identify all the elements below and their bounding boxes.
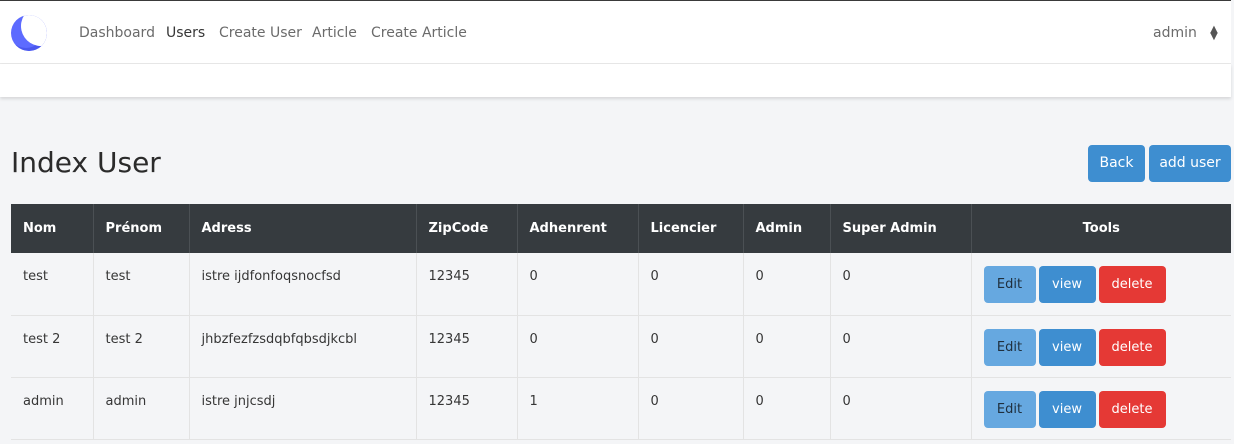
back-button[interactable]: Back xyxy=(1088,145,1145,182)
cell-prenom: test xyxy=(93,253,190,316)
user-menu[interactable]: admin xyxy=(1153,25,1197,41)
table-row: test 2 test 2 jhbzfezfzsdqbfqbsdjkcbl 12… xyxy=(11,315,1231,378)
column-header-licencier: Licencier xyxy=(638,204,744,253)
cell-adherent: 0 xyxy=(517,253,639,316)
column-header-tools: Tools xyxy=(971,204,1231,253)
cell-adress: istre ijdfonfoqsnocfsd xyxy=(189,253,417,316)
cell-super-admin: 0 xyxy=(830,253,972,316)
logo-icon[interactable] xyxy=(11,15,47,51)
cell-tools: Edit view delete xyxy=(971,253,1231,316)
view-button[interactable]: view xyxy=(1038,328,1096,366)
cell-super-admin: 0 xyxy=(830,315,972,378)
cell-prenom: admin xyxy=(93,377,190,440)
top-navbar: Dashboard Users Create User Article Crea… xyxy=(0,0,1231,64)
users-table: Nom Prénom Adress ZipCode Adhenrent Lice… xyxy=(11,204,1231,440)
delete-button[interactable]: delete xyxy=(1098,266,1166,303)
cell-licencier: 0 xyxy=(638,253,744,316)
cell-tools: Edit view delete xyxy=(971,377,1231,440)
cell-tools: Edit view delete xyxy=(971,315,1231,378)
cell-super-admin: 0 xyxy=(830,377,972,440)
column-header-nom: Nom xyxy=(11,204,94,253)
edit-button[interactable]: Edit xyxy=(983,390,1036,428)
delete-button[interactable]: delete xyxy=(1098,328,1166,366)
nav-create-article[interactable]: Create Article xyxy=(371,25,467,41)
cell-admin: 0 xyxy=(743,377,831,440)
page-title: Index User xyxy=(11,146,161,179)
cell-nom: test 2 xyxy=(11,315,94,378)
column-header-admin: Admin xyxy=(743,204,831,253)
table-row: admin admin istre jnjcsdj 12345 1 0 0 0 … xyxy=(11,377,1231,440)
cell-admin: 0 xyxy=(743,253,831,316)
cell-zipcode: 12345 xyxy=(416,253,518,316)
table-header-row: Nom Prénom Adress ZipCode Adhenrent Lice… xyxy=(11,204,1231,253)
edit-button[interactable]: Edit xyxy=(983,266,1036,303)
nav-users[interactable]: Users xyxy=(166,25,205,41)
cell-licencier: 0 xyxy=(638,315,744,378)
nav-article[interactable]: Article xyxy=(312,25,357,41)
view-button[interactable]: view xyxy=(1038,390,1096,428)
cell-adherent: 0 xyxy=(517,315,639,378)
column-header-zipcode: ZipCode xyxy=(416,204,518,253)
nav-create-user[interactable]: Create User xyxy=(219,25,302,41)
sub-header-bar xyxy=(0,64,1231,97)
column-header-super-admin: Super Admin xyxy=(830,204,972,253)
cell-zipcode: 12345 xyxy=(416,377,518,440)
edit-button[interactable]: Edit xyxy=(983,328,1036,366)
table-row: test test istre ijdfonfoqsnocfsd 12345 0… xyxy=(11,253,1231,316)
add-user-button[interactable]: add user xyxy=(1149,145,1231,182)
column-header-adherent: Adhenrent xyxy=(517,204,639,253)
cell-adress: jhbzfezfzsdqbfqbsdjkcbl xyxy=(189,315,417,378)
view-button[interactable]: view xyxy=(1038,266,1096,303)
chevron-up-down-icon[interactable]: ▲ ▼ xyxy=(1209,25,1219,42)
cell-nom: test xyxy=(11,253,94,316)
column-header-adress: Adress xyxy=(189,204,417,253)
column-header-prenom: Prénom xyxy=(93,204,190,253)
nav-dashboard[interactable]: Dashboard xyxy=(79,25,155,41)
delete-button[interactable]: delete xyxy=(1098,390,1166,428)
cell-licencier: 0 xyxy=(638,377,744,440)
cell-adress: istre jnjcsdj xyxy=(189,377,417,440)
cell-zipcode: 12345 xyxy=(416,315,518,378)
cell-admin: 0 xyxy=(743,315,831,378)
cell-adherent: 1 xyxy=(517,377,639,440)
cell-nom: admin xyxy=(11,377,94,440)
cell-prenom: test 2 xyxy=(93,315,190,378)
